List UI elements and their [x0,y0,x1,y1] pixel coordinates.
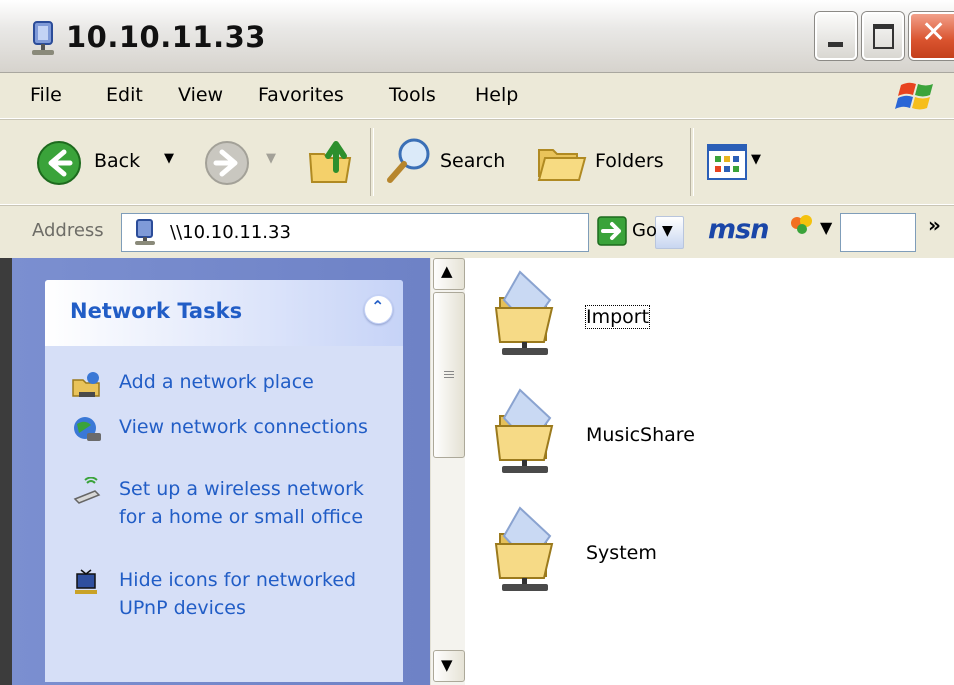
maximize-button[interactable] [862,12,904,60]
forward-button[interactable]: ▼ [200,130,290,194]
network-computer-icon [135,219,155,245]
toolbar-overflow-icon[interactable]: » [928,213,941,237]
msn-search-input[interactable] [840,213,916,252]
arrow-down-icon: ▼ [441,656,453,674]
close-button[interactable]: ✕ [909,12,954,60]
back-button[interactable]: Back ▼ [30,130,190,194]
search-label: Search [440,150,506,172]
task-label: View network connections [119,416,368,438]
maximize-icon [873,24,894,49]
network-tasks-panel: Network Tasks ⌃ Add a network place View… [45,280,403,682]
folder-name: System [586,542,657,564]
go-arrow-icon [597,216,627,246]
msn-logo[interactable]: msn [708,214,769,245]
content-area: Network Tasks ⌃ Add a network place View… [0,258,954,685]
shared-folder-item[interactable]: MusicShare [490,388,790,488]
menu-tools[interactable]: Tools [389,84,436,106]
back-label: Back [94,150,141,172]
shared-folder-icon [494,270,554,355]
menu-help[interactable]: Help [475,84,518,106]
grip-icon [444,371,454,372]
task-setup-wireless-network[interactable]: Set up a wireless network for a home or … [71,475,401,561]
chevron-up-icon: ⌃ [371,297,385,316]
network-tasks-body: Add a network place View network connect… [45,346,403,682]
network-computer-icon [32,21,54,55]
views-button[interactable]: ▼ [705,130,785,194]
task-view-network-connections[interactable]: View network connections [71,413,401,473]
back-dropdown-icon[interactable]: ▼ [164,151,174,166]
views-icon [707,144,747,180]
address-value: \\10.10.11.33 [170,222,291,243]
add-network-place-icon [72,372,100,397]
task-label: Hide icons for networked UPnP devices [119,569,357,619]
address-input[interactable]: \\10.10.11.33 ▼ [121,213,684,252]
folders-label: Folders [595,150,664,172]
views-dropdown-icon: ▼ [751,152,761,167]
menu-favorites[interactable]: Favorites [258,84,344,106]
standard-toolbar: Back ▼ ▼ Search Folders ▼ [0,119,954,205]
shared-folder-icon [494,506,554,591]
shared-folder-item[interactable]: System [490,506,790,606]
shared-folder-icon [494,388,554,473]
title-bar[interactable]: 10.10.11.33 ✕ [0,0,954,73]
network-tasks-header[interactable]: Network Tasks ⌃ [45,280,403,346]
msn-butterfly-icon [791,215,812,234]
network-tasks-title: Network Tasks [70,299,243,323]
wireless-network-icon [73,477,101,504]
search-button[interactable]: Search [384,130,518,194]
shared-folder-item[interactable]: Import [490,270,790,370]
msn-dropdown-icon[interactable]: ▼ [820,218,832,237]
menu-edit[interactable]: Edit [106,84,143,106]
minimize-icon [828,42,843,47]
back-arrow-icon [37,141,81,185]
task-add-network-place[interactable]: Add a network place [71,368,401,398]
scroll-down-button[interactable]: ▼ [433,650,465,682]
close-icon: ✕ [921,15,947,50]
menu-bar: File Edit View Favorites Tools Help [0,73,954,119]
task-label: Add a network place [119,371,314,393]
address-bar: Address \\10.10.11.33 ▼ Go msn ▼ » [0,205,954,259]
network-connections-icon [74,417,101,441]
toolbar-separator [370,128,374,196]
folders-button[interactable]: Folders [535,130,675,194]
vertical-scrollbar[interactable]: ▲ ▼ [430,258,465,685]
upnp-device-icon [75,569,97,594]
toolbar-separator [690,128,694,196]
explorer-window: 10.10.11.33 ✕ File Edit View Favorites T… [0,0,954,685]
go-label: Go [632,220,657,241]
address-label: Address [32,220,104,241]
folder-name: MusicShare [586,424,695,446]
task-label: Set up a wireless network for a home or … [119,478,364,528]
search-icon [387,138,430,183]
forward-dropdown-icon: ▼ [266,151,276,166]
scroll-up-button[interactable]: ▲ [433,258,465,290]
menu-file[interactable]: File [30,84,62,106]
menu-view[interactable]: View [178,84,223,106]
up-folder-icon[interactable] [306,136,356,186]
collapse-button[interactable]: ⌃ [364,295,393,324]
scroll-thumb[interactable] [433,292,465,458]
arrow-up-icon: ▲ [441,262,453,280]
minimize-button[interactable] [815,12,857,60]
task-pane: Network Tasks ⌃ Add a network place View… [0,258,430,685]
folders-icon [537,149,587,181]
forward-arrow-icon [205,141,249,185]
windows-logo-icon [895,82,933,110]
folder-name: Import [584,305,651,329]
task-hide-upnp-icons[interactable]: Hide icons for networked UPnP devices [71,566,401,652]
window-title: 10.10.11.33 [66,20,266,54]
